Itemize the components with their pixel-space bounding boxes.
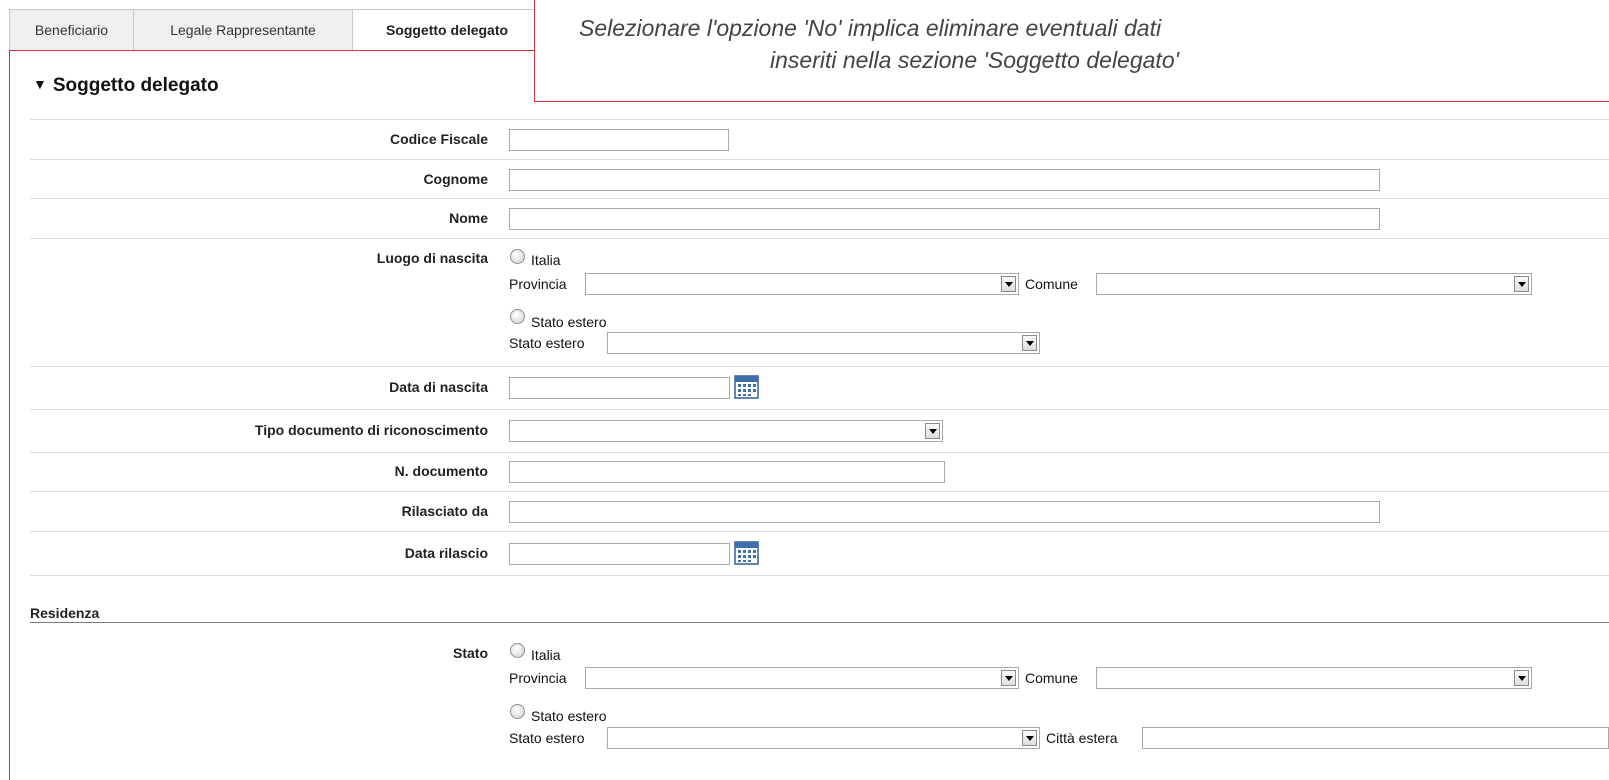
divider	[30, 575, 1609, 576]
n-documento-label: N. documento	[394, 463, 488, 479]
rilasciato-da-input[interactable]	[509, 501, 1380, 523]
chevron-down-icon[interactable]	[1514, 670, 1529, 686]
data-rilascio-input[interactable]	[509, 543, 730, 565]
luogo-nascita-stato-estero-select[interactable]	[607, 332, 1040, 354]
warning-tooltip: Selezionare l'opzione 'No' implica elimi…	[534, 0, 1609, 102]
tooltip-line-1: Selezionare l'opzione 'No' implica elimi…	[579, 15, 1162, 41]
tab-legale-rappresentante[interactable]: Legale Rappresentante	[133, 9, 353, 51]
luogo-nascita-italia-label: Italia	[531, 252, 561, 268]
luogo-nascita-italia-radio[interactable]	[510, 249, 525, 264]
divider	[30, 452, 1609, 453]
chevron-down-icon[interactable]	[1514, 276, 1529, 292]
divider	[30, 531, 1609, 532]
residenza-stato-estero-label: Stato estero	[509, 730, 585, 746]
residenza-comune-label: Comune	[1025, 670, 1078, 686]
cognome-input[interactable]	[509, 169, 1380, 191]
residenza-provincia-label: Provincia	[509, 670, 567, 686]
tipo-documento-select[interactable]	[509, 420, 943, 442]
residenza-stato-estero-radio[interactable]	[510, 704, 525, 719]
residenza-stato-estero-select[interactable]	[607, 727, 1040, 749]
residenza-italia-label: Italia	[531, 647, 561, 663]
tab-soggetto-delegato[interactable]: Soggetto delegato	[352, 9, 542, 51]
divider	[30, 119, 1609, 120]
residenza-italia-radio[interactable]	[510, 643, 525, 658]
data-rilascio-label: Data rilascio	[404, 545, 488, 561]
n-documento-input[interactable]	[509, 461, 945, 483]
divider	[30, 622, 1609, 623]
section-title: Soggetto delegato	[52, 75, 219, 96]
citta-estera-label: Città estera	[1046, 730, 1118, 746]
chevron-down-icon[interactable]	[1001, 276, 1016, 292]
triangle-down-icon[interactable]: ▼	[33, 76, 47, 92]
nome-label: Nome	[449, 210, 488, 226]
chevron-down-icon[interactable]	[1001, 670, 1016, 686]
divider	[30, 491, 1609, 492]
luogo-nascita-stato-estero-radio-label: Stato estero	[531, 314, 607, 330]
nome-input[interactable]	[509, 208, 1380, 230]
luogo-nascita-comune-label: Comune	[1025, 276, 1078, 292]
divider	[30, 159, 1609, 160]
residenza-provincia-select[interactable]	[585, 667, 1019, 689]
tipo-documento-label: Tipo documento di riconoscimento	[254, 422, 488, 438]
cognome-label: Cognome	[423, 171, 488, 187]
calendar-icon[interactable]	[734, 374, 759, 399]
data-nascita-label: Data di nascita	[389, 379, 488, 395]
divider	[30, 198, 1609, 199]
luogo-nascita-stato-estero-radio[interactable]	[510, 309, 525, 324]
luogo-nascita-stato-estero-label: Stato estero	[509, 335, 585, 351]
stato-label: Stato	[453, 645, 488, 661]
residenza-title: Residenza	[30, 605, 100, 621]
tooltip-line-2: inseriti nella sezione 'Soggetto delegat…	[770, 47, 1180, 73]
tab-beneficiario[interactable]: Beneficiario	[9, 9, 134, 51]
calendar-icon[interactable]	[734, 540, 759, 565]
chevron-down-icon[interactable]	[1022, 335, 1037, 351]
luogo-nascita-provincia-label: Provincia	[509, 276, 567, 292]
divider	[30, 366, 1609, 367]
residenza-stato-estero-radio-label: Stato estero	[531, 708, 607, 724]
citta-estera-input[interactable]	[1142, 727, 1609, 749]
rilasciato-da-label: Rilasciato da	[401, 503, 488, 519]
luogo-nascita-label: Luogo di nascita	[376, 250, 488, 266]
luogo-nascita-provincia-select[interactable]	[585, 273, 1019, 295]
chevron-down-icon[interactable]	[925, 423, 940, 439]
divider	[30, 409, 1609, 410]
luogo-nascita-comune-select[interactable]	[1096, 273, 1532, 295]
residenza-comune-select[interactable]	[1096, 667, 1532, 689]
data-nascita-input[interactable]	[509, 377, 730, 399]
section-header[interactable]: ▼ Soggetto delegato	[33, 75, 219, 97]
codice-fiscale-input[interactable]	[509, 129, 729, 151]
divider	[30, 238, 1609, 239]
codice-fiscale-label: Codice Fiscale	[389, 131, 488, 147]
chevron-down-icon[interactable]	[1022, 730, 1037, 746]
